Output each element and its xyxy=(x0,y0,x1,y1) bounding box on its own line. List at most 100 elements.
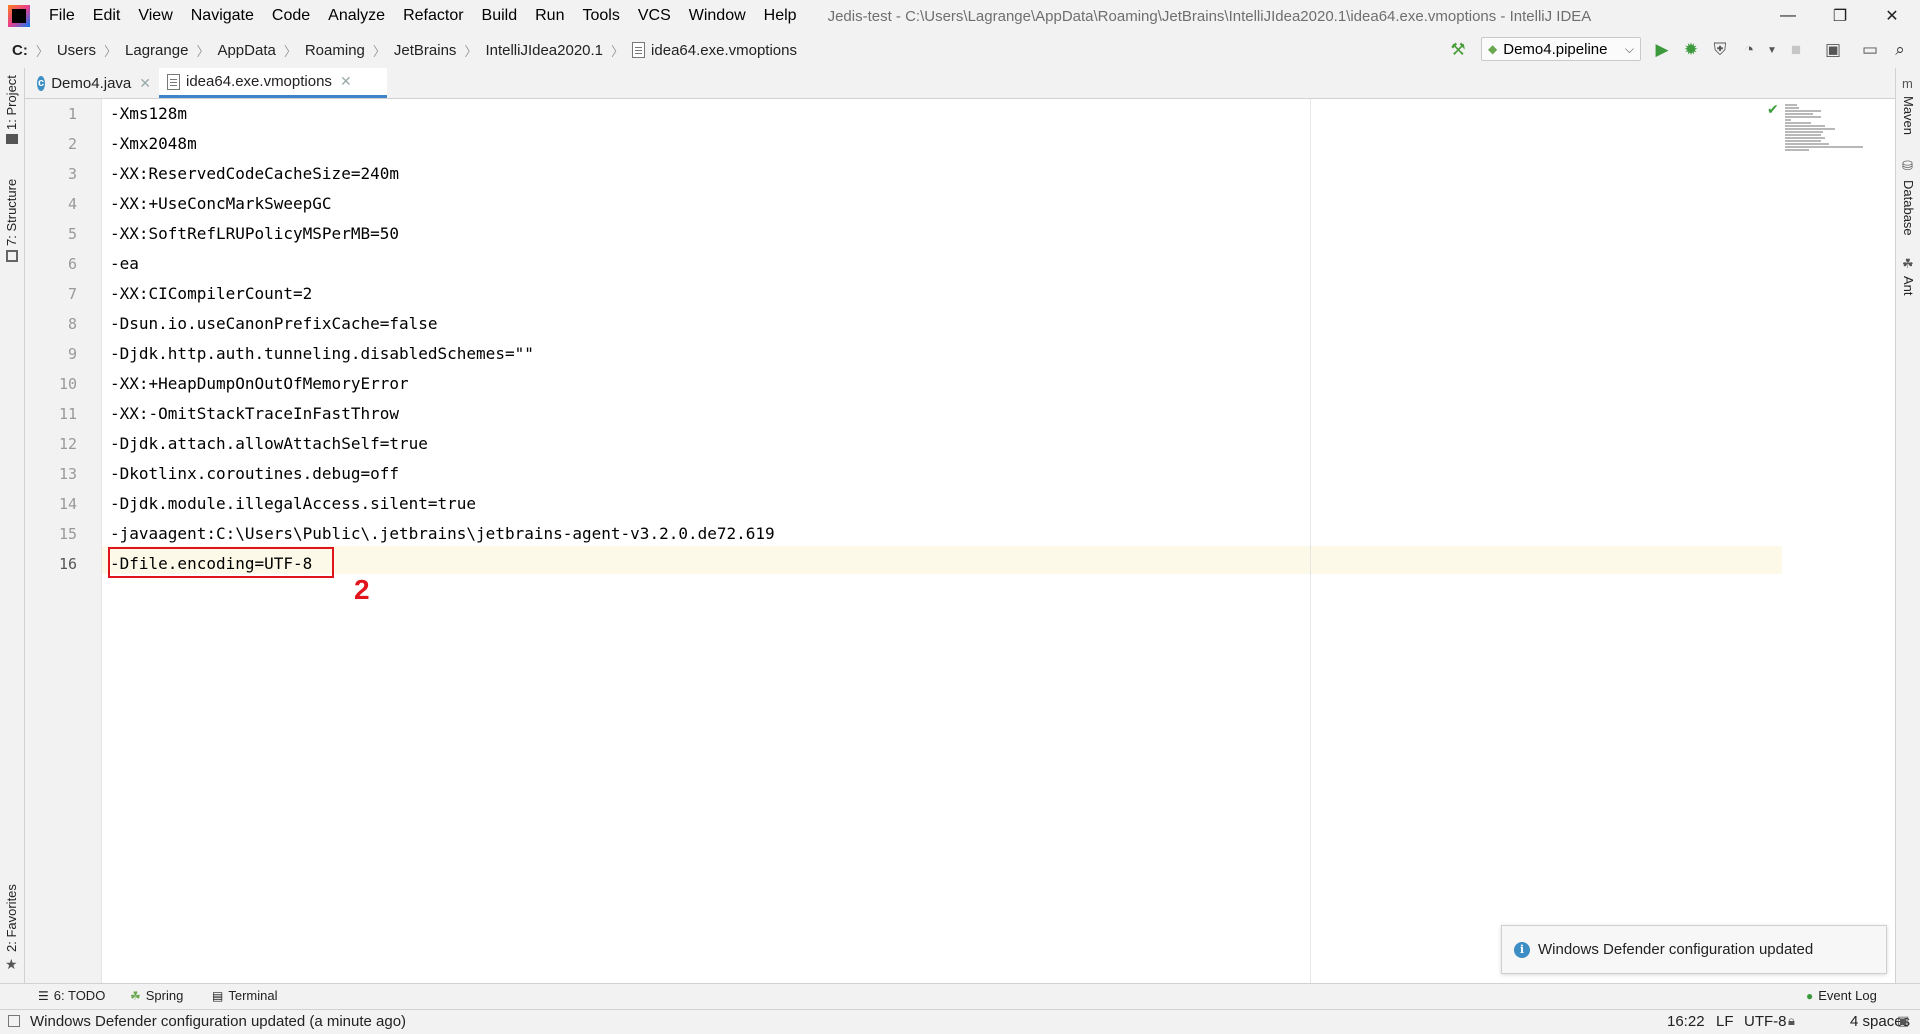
spring-icon: ☘ xyxy=(130,988,141,1003)
menu-refactor[interactable]: Refactor xyxy=(394,7,472,25)
menu-view[interactable]: View xyxy=(129,7,181,25)
restore-icon[interactable]: ❐ xyxy=(1814,0,1866,32)
menu-analyze[interactable]: Analyze xyxy=(319,7,394,25)
memory-indicator-icon[interactable]: ▣ xyxy=(1897,1013,1909,1029)
code-line[interactable]: -ea xyxy=(110,254,139,273)
notification-balloon[interactable]: i Windows Defender configuration updated xyxy=(1501,925,1887,974)
line-number: 11 xyxy=(58,405,77,423)
tool-window-database[interactable]: Database xyxy=(1901,180,1916,236)
tab-idea64-vmoptions[interactable]: idea64.exe.vmoptions ✕ xyxy=(159,68,387,98)
search-icon[interactable]: ⌕ xyxy=(1888,38,1912,62)
tool-window-todo[interactable]: ☰ 6: TODO xyxy=(38,988,105,1003)
project-structure-icon[interactable]: ▣ xyxy=(1821,38,1845,62)
menu-bar: File Edit View Navigate Code Analyze Ref… xyxy=(0,0,1920,32)
line-number-current: 16 xyxy=(58,555,77,573)
close-icon[interactable]: ✕ xyxy=(1866,0,1918,32)
menu-vcs[interactable]: VCS xyxy=(629,7,680,25)
chevron-right-icon: 〉 xyxy=(464,43,478,59)
code-line[interactable]: -Xms128m xyxy=(110,104,187,123)
code-line[interactable]: -Dsun.io.useCanonPrefixCache=false xyxy=(110,314,438,333)
menu-help[interactable]: Help xyxy=(755,7,806,25)
menu-edit[interactable]: Edit xyxy=(84,7,130,25)
chevron-down-icon: ⌵ xyxy=(1624,41,1634,56)
code-line[interactable]: -Djdk.module.illegalAccess.silent=true xyxy=(110,494,476,513)
coverage-icon[interactable]: ⛨ xyxy=(1708,38,1732,62)
code-line[interactable]: -javaagent:C:\Users\Public\.jetbrains\je… xyxy=(110,524,775,543)
code-line[interactable]: -XX:-OmitStackTraceInFastThrow xyxy=(110,404,399,423)
tool-window-ant[interactable]: Ant xyxy=(1901,276,1916,296)
tab-demo4-java[interactable]: c Demo4.java ✕ xyxy=(29,68,159,98)
pipeline-icon: ◆ xyxy=(1488,42,1498,56)
line-number: 9 xyxy=(67,345,77,363)
menu-navigate[interactable]: Navigate xyxy=(182,7,263,25)
event-log-button[interactable]: ● Event Log xyxy=(1806,988,1877,1003)
menu-build[interactable]: Build xyxy=(473,7,527,25)
notification-text: Windows Defender configuration updated xyxy=(1538,941,1814,958)
tool-window-structure[interactable]: 7: Structure xyxy=(4,179,19,246)
code-line[interactable]: -XX:SoftRefLRUPolicyMSPerMB=50 xyxy=(110,224,399,243)
line-number: 12 xyxy=(58,435,77,453)
breadcrumb-lagrange[interactable]: Lagrange xyxy=(125,42,188,59)
tool-window-project[interactable]: 1: Project xyxy=(4,75,19,130)
breadcrumb-file[interactable]: idea64.exe.vmoptions xyxy=(632,42,797,59)
todo-icon: ☰ xyxy=(38,988,49,1003)
bottom-tool-bar: ☰ 6: TODO ☘ Spring ▤ Terminal ● Event Lo… xyxy=(0,983,1920,1010)
tool-window-label: Terminal xyxy=(228,988,278,1003)
window-title: Jedis-test - C:\Users\Lagrange\AppData\R… xyxy=(827,7,1592,25)
run-config-label: Demo4.pipeline xyxy=(1503,40,1608,58)
debug-icon[interactable]: ✹ xyxy=(1679,38,1703,62)
breadcrumb-appdata[interactable]: AppData xyxy=(217,42,275,59)
breadcrumb-jetbrains[interactable]: JetBrains xyxy=(394,42,457,59)
menu-run[interactable]: Run xyxy=(526,7,573,25)
chevron-down-icon[interactable]: ▼ xyxy=(1760,38,1784,62)
menu-file[interactable]: File xyxy=(40,7,84,25)
tool-window-spring[interactable]: ☘ Spring xyxy=(130,988,183,1003)
tool-window-favorites[interactable]: 2: Favorites xyxy=(4,884,19,952)
menu-window[interactable]: Window xyxy=(680,7,755,25)
menu-tools[interactable]: Tools xyxy=(573,7,628,25)
line-number: 7 xyxy=(67,285,77,303)
toggle-tool-windows-icon[interactable] xyxy=(8,1015,20,1027)
stop-icon[interactable]: ■ xyxy=(1784,38,1808,62)
line-number: 5 xyxy=(67,225,77,243)
line-number: 1 xyxy=(67,105,77,123)
close-icon[interactable]: ✕ xyxy=(340,73,352,90)
breadcrumb-users[interactable]: Users xyxy=(57,42,96,59)
chevron-right-icon: 〉 xyxy=(104,43,118,59)
breadcrumb-roaming[interactable]: Roaming xyxy=(305,42,365,59)
left-tool-strip: 1: Project 7: Structure ★ 2: Favorites xyxy=(0,68,25,983)
breadcrumb-intellij[interactable]: IntelliJIdea2020.1 xyxy=(485,42,603,59)
code-line[interactable]: -Xmx2048m xyxy=(110,134,197,153)
file-encoding[interactable]: UTF-8 xyxy=(1744,1013,1787,1030)
editor-tab-bar: c Demo4.java ✕ idea64.exe.vmoptions ✕ xyxy=(25,68,1895,99)
code-line[interactable]: -Dkotlinx.coroutines.debug=off xyxy=(110,464,399,483)
navigation-bar: C: 〉 Users 〉 Lagrange 〉 AppData 〉 Roamin… xyxy=(0,32,1920,69)
tool-window-terminal[interactable]: ▤ Terminal xyxy=(212,988,277,1003)
code-line[interactable]: -XX:CICompilerCount=2 xyxy=(110,284,312,303)
annotation-highlight-box xyxy=(108,547,334,578)
close-icon[interactable]: ✕ xyxy=(139,75,151,92)
code-minimap[interactable] xyxy=(1785,104,1865,156)
run-icon[interactable]: ▶ xyxy=(1650,38,1674,62)
caret-position[interactable]: 16:22 xyxy=(1667,1013,1705,1030)
status-message[interactable]: Windows Defender configuration updated (… xyxy=(30,1013,406,1030)
info-icon: i xyxy=(1514,941,1530,958)
code-line[interactable]: -Djdk.http.auth.tunneling.disabledScheme… xyxy=(110,344,534,363)
code-line[interactable]: -Djdk.attach.allowAttachSelf=true xyxy=(110,434,428,453)
code-line[interactable]: -XX:+HeapDumpOnOutOfMemoryError xyxy=(110,374,409,393)
tool-window-maven[interactable]: Maven xyxy=(1901,96,1916,135)
line-separator[interactable]: LF xyxy=(1716,1013,1734,1030)
build-hammer-icon[interactable]: ⚒ xyxy=(1446,38,1470,62)
structure-icon xyxy=(6,250,18,262)
breadcrumb-drive[interactable]: C: xyxy=(12,42,28,59)
inspection-ok-icon[interactable]: ✔ xyxy=(1767,101,1779,118)
profile-icon[interactable]: ◔ xyxy=(1737,38,1761,62)
minimize-icon[interactable]: — xyxy=(1762,0,1814,32)
run-config-selector[interactable]: ◆ Demo4.pipeline ⌵ xyxy=(1481,37,1641,61)
code-line[interactable]: -XX:ReservedCodeCacheSize=240m xyxy=(110,164,399,183)
code-line[interactable]: -XX:+UseConcMarkSweepGC xyxy=(110,194,332,213)
presentation-icon[interactable]: ▭ xyxy=(1858,38,1882,62)
lock-icon[interactable]: 🔒︎ xyxy=(1788,1013,1795,1029)
menu-code[interactable]: Code xyxy=(263,7,319,25)
chevron-right-icon: 〉 xyxy=(611,43,625,59)
